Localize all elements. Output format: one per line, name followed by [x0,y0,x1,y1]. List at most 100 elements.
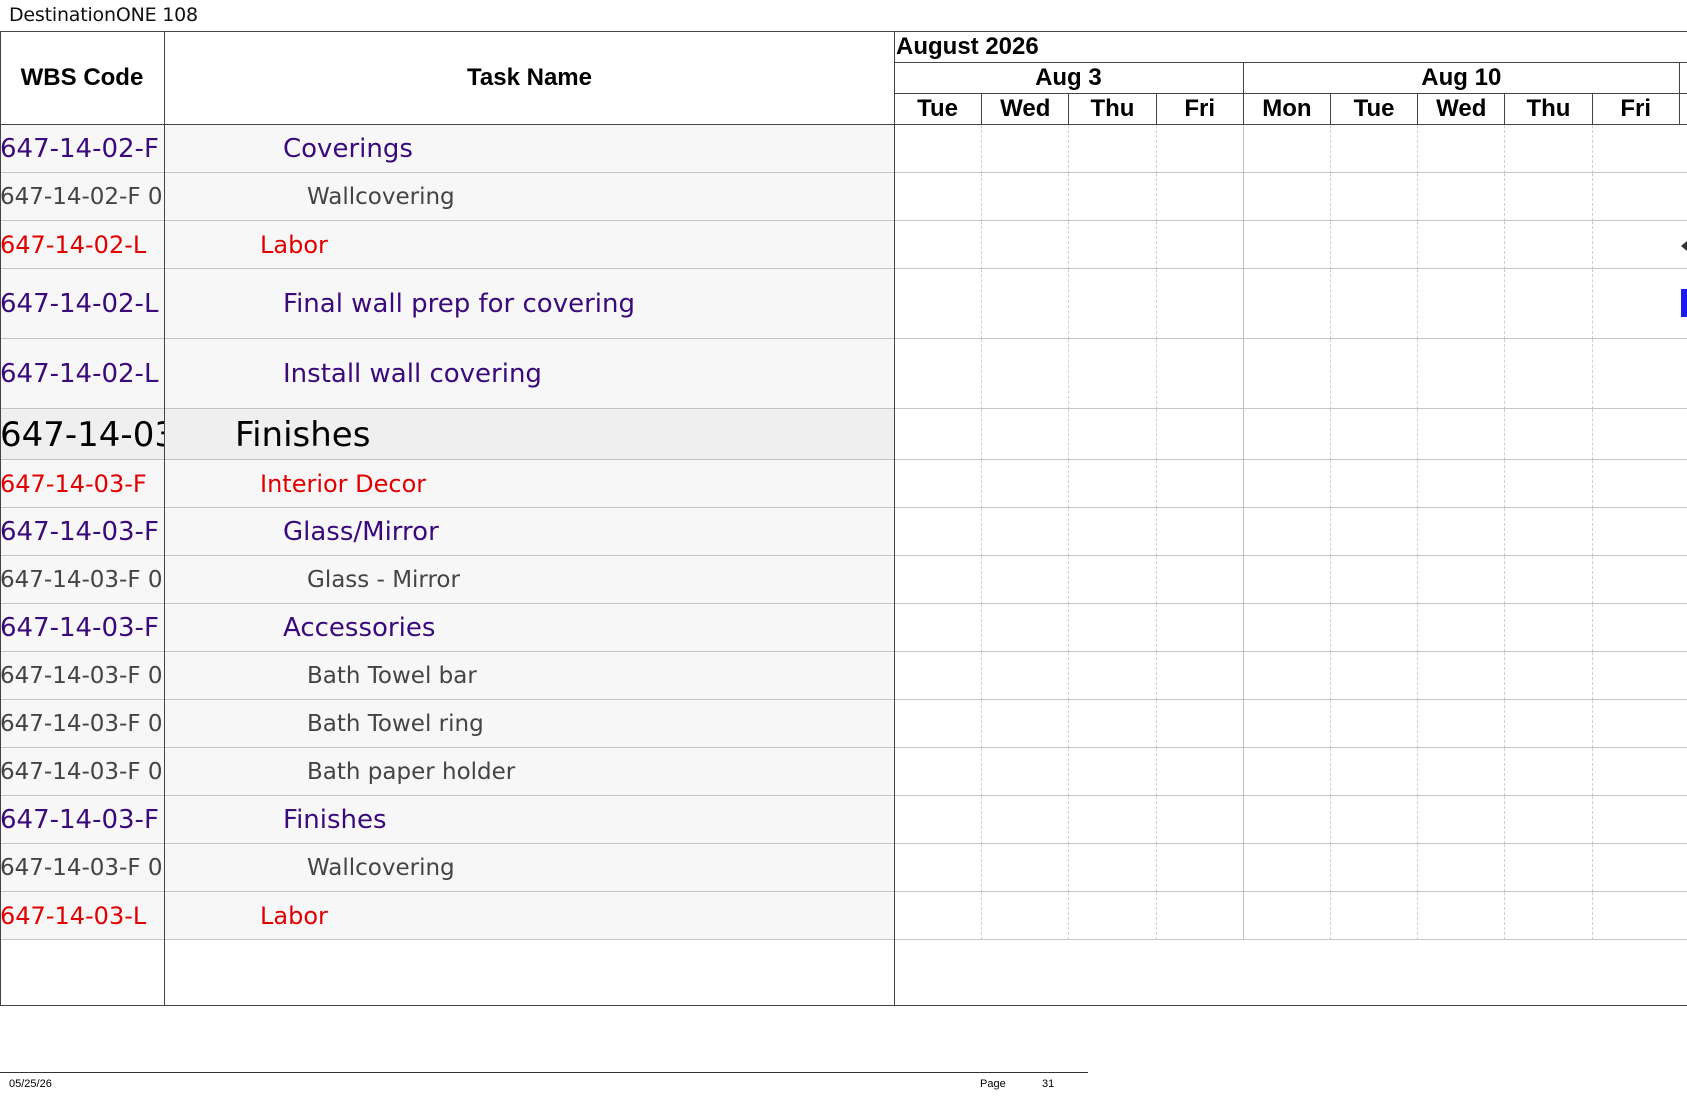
task-name-cell[interactable]: Finishes [165,796,894,844]
day-gridline [1417,652,1419,700]
day-gridline [1504,125,1506,173]
task-name-cell[interactable]: Finishes [165,409,894,460]
gantt-row-timeline[interactable] [894,748,1687,796]
day-gridline [1155,460,1157,508]
task-name-cell[interactable]: Labor [165,892,894,940]
week-gridline [1242,604,1244,652]
wbs-code-cell[interactable]: 647-14-02-F 0 [0,125,165,173]
wbs-code-cell[interactable]: 647-14-03-F 0 [0,508,165,556]
day-gridline [1330,125,1331,173]
day-gridline [1417,508,1419,556]
day-gridline [1591,460,1593,508]
gantt-row-timeline[interactable] [894,125,1687,173]
day-gridline [1068,409,1070,460]
task-row[interactable]: 647-14-03-F Interior Decor [0,460,1687,508]
wbs-code-cell[interactable]: 647-14-03-F 02 [0,700,165,748]
wbs-code-cell[interactable]: 647-14-03-F 01 [0,556,165,604]
wbs-code-cell[interactable]: 647-14-03-F 02 [0,748,165,796]
wbs-code-cell[interactable]: 647-14-03 [0,409,165,460]
gantt-row-timeline[interactable] [894,508,1687,556]
day-gridline [1068,604,1070,652]
task-row[interactable]: 647-14-02-F 01 Wallcovering [0,173,1687,221]
wbs-code-cell[interactable]: 647-14-03-F [0,460,165,508]
gantt-row-timeline[interactable] [894,173,1687,221]
wbs-column-header[interactable]: WBS Code [0,31,165,124]
timescale-day: Wed [1417,93,1504,124]
wbs-code-cell[interactable]: 647-14-02-L 0 [0,339,165,409]
wbs-code-cell[interactable]: 647-14-03-F 0 [0,796,165,844]
wbs-code-cell[interactable]: 647-14-02-F 01 [0,173,165,221]
day-gridline [1591,125,1593,173]
task-row[interactable]: 647-14-03-F 0Finishes [0,796,1687,844]
task-name-cell[interactable]: Coverings [165,125,894,173]
gantt-row-timeline[interactable] [894,409,1687,460]
task-row[interactable]: 647-14-03-F 02 Bath Towel bar [0,652,1687,700]
day-gridline [1330,652,1331,700]
wbs-code-cell[interactable]: 647-14-03-F 02 [0,652,165,700]
gantt-row-timeline[interactable] [894,892,1687,940]
gantt-row-timeline[interactable] [894,700,1687,748]
grid-left-border [0,31,1,1006]
day-gridline [1330,221,1331,269]
task-row[interactable]: 647-14-02-F 0Coverings [0,125,1687,173]
task-bar[interactable] [1681,289,1687,317]
task-name-cell[interactable]: Labor [165,221,894,269]
day-gridline [1155,796,1157,844]
task-name-cell[interactable]: Interior Decor [165,460,894,508]
gantt-row-timeline[interactable] [894,339,1687,409]
task-row[interactable]: 647-14-03-F 0Accessories [0,604,1687,652]
task-row[interactable]: 647-14-03-F 02 Bath Towel ring [0,700,1687,748]
day-gridline [1417,700,1419,748]
wbs-task-divider [164,31,165,1006]
week-gridline [1242,125,1244,173]
gantt-row-timeline[interactable] [894,652,1687,700]
task-name-cell[interactable]: Wallcovering [165,173,894,221]
day-gridline [1068,700,1070,748]
task-row[interactable]: 647-14-03-L Labor [0,892,1687,940]
day-gridline [1155,604,1157,652]
task-row[interactable]: 647-14-03-F 03 Wallcovering [0,844,1687,892]
day-gridline [1417,748,1419,796]
task-column-header[interactable]: Task Name [165,31,894,124]
task-row[interactable]: 647-14-03-F 01 Glass - Mirror [0,556,1687,604]
day-gridline [981,892,983,940]
task-name-cell[interactable]: Final wall prep for covering [165,269,894,339]
gantt-row-timeline[interactable] [894,221,1687,269]
task-name-cell[interactable]: Wallcovering [165,844,894,892]
day-gridline [1504,173,1506,221]
task-name-cell[interactable]: Bath Towel bar [165,652,894,700]
day-gridline [1591,748,1593,796]
task-row[interactable]: 647-14-02-L 0 Final wall prep for coverin… [0,269,1687,339]
gantt-row-timeline[interactable] [894,556,1687,604]
task-row[interactable]: 647-14-03-F 02 Bath paper holder [0,748,1687,796]
day-gridline [981,748,983,796]
task-name-cell[interactable]: Bath paper holder [165,748,894,796]
week-gridline [1242,221,1244,269]
task-name-cell[interactable]: Glass - Mirror [165,556,894,604]
footer-page-label: Page [980,1078,1006,1090]
gantt-row-timeline[interactable] [894,844,1687,892]
gantt-row-timeline[interactable] [894,460,1687,508]
wbs-code-cell[interactable]: 647-14-03-L [0,892,165,940]
day-gridline [1591,269,1593,339]
day-gridline [1155,508,1157,556]
wbs-code-cell[interactable]: 647-14-03-F 03 [0,844,165,892]
task-row[interactable]: 647-14-02-L 0 Install wall covering [0,339,1687,409]
gantt-row-timeline[interactable] [894,604,1687,652]
day-gridline [981,844,983,892]
day-gridline [981,221,983,269]
task-name-cell[interactable]: Install wall covering [165,339,894,409]
wbs-code-cell[interactable]: 647-14-03-F 0 [0,604,165,652]
gantt-row-timeline[interactable] [894,796,1687,844]
task-name-cell[interactable]: Glass/Mirror [165,508,894,556]
task-row[interactable]: 647-14-03 Finishes [0,409,1687,460]
gantt-row-timeline[interactable] [894,269,1687,339]
task-row[interactable]: 647-14-03-F 0Glass/Mirror [0,508,1687,556]
day-gridline [1417,844,1419,892]
task-row[interactable]: 647-14-02-L Labor [0,221,1687,269]
wbs-code-cell[interactable]: 647-14-02-L [0,221,165,269]
wbs-code-cell[interactable]: 647-14-02-L 0 [0,269,165,339]
task-name-cell[interactable]: Accessories [165,604,894,652]
month-bottom-border [894,62,1687,63]
task-name-cell[interactable]: Bath Towel ring [165,700,894,748]
